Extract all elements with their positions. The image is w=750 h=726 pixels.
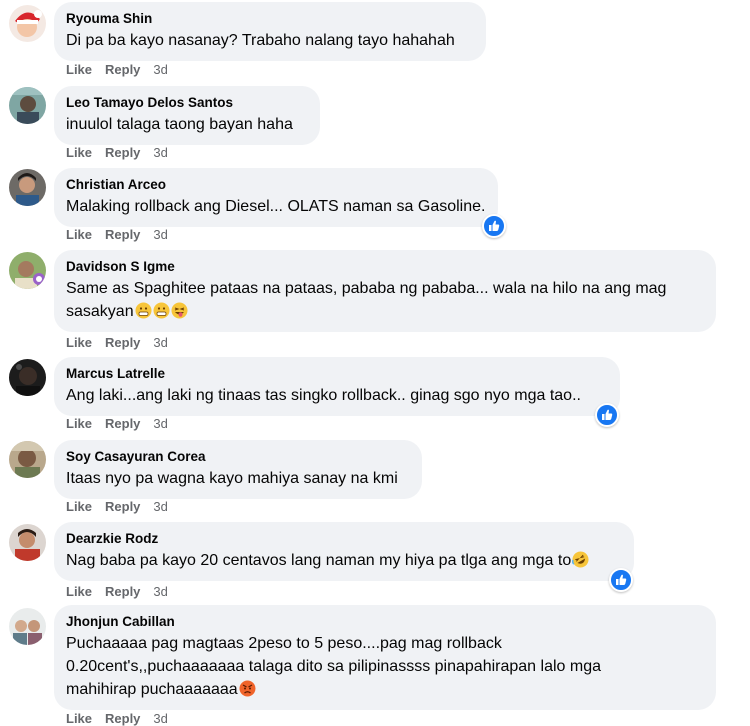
comment-text: Ang laki...ang laki ng tinaas tas singko… bbox=[66, 387, 581, 404]
reply-button[interactable]: Reply bbox=[105, 584, 140, 599]
like-button[interactable]: Like bbox=[66, 335, 92, 350]
comment-text-line: mahihirap puchaaaaaaa bbox=[66, 681, 238, 698]
timestamp[interactable]: 3d bbox=[153, 145, 167, 160]
tongue-out-emoji bbox=[171, 302, 188, 319]
comment-author[interactable]: Ryouma Shin bbox=[66, 10, 474, 27]
comment-actions: Like Reply 3d bbox=[66, 227, 181, 242]
reply-button[interactable]: Reply bbox=[105, 499, 140, 514]
like-button[interactable]: Like bbox=[66, 145, 92, 160]
timestamp[interactable]: 3d bbox=[153, 499, 167, 514]
like-button[interactable]: Like bbox=[66, 416, 92, 431]
comment-actions: Like Reply 3d bbox=[66, 145, 181, 160]
timestamp[interactable]: 3d bbox=[153, 711, 167, 726]
avatar[interactable] bbox=[9, 252, 46, 289]
comment-text: Malaking rollback ang Diesel... OLATS na… bbox=[66, 198, 486, 215]
comment-text: Same as Spaghitee pataas na pataas, paba… bbox=[66, 277, 704, 323]
comment-bubble: Dearzkie Rodz Nag baba pa kayo 20 centav… bbox=[54, 522, 634, 581]
comment-bubble: Soy Casayuran Corea Itaas nyo pa wagna k… bbox=[54, 440, 422, 499]
avatar[interactable] bbox=[9, 169, 46, 206]
comment-actions: Like Reply 3d bbox=[66, 499, 181, 514]
comment-author[interactable]: Christian Arceo bbox=[66, 176, 486, 193]
comment-actions: Like Reply 3d bbox=[66, 584, 181, 599]
like-reaction-icon[interactable] bbox=[595, 403, 619, 427]
comment-author[interactable]: Soy Casayuran Corea bbox=[66, 448, 410, 465]
timestamp[interactable]: 3d bbox=[153, 62, 167, 77]
comment-actions: Like Reply 3d bbox=[66, 335, 181, 350]
reply-button[interactable]: Reply bbox=[105, 227, 140, 242]
avatar[interactable] bbox=[9, 441, 46, 478]
reply-button[interactable]: Reply bbox=[105, 416, 140, 431]
comment-author[interactable]: Dearzkie Rodz bbox=[66, 530, 622, 547]
comment-author[interactable]: Leo Tamayo Delos Santos bbox=[66, 94, 308, 111]
comment-bubble: Marcus Latrelle Ang laki...ang laki ng t… bbox=[54, 357, 620, 416]
timestamp[interactable]: 3d bbox=[153, 416, 167, 431]
like-button[interactable]: Like bbox=[66, 711, 92, 726]
grimace-emoji bbox=[135, 302, 152, 319]
angry-face-emoji bbox=[239, 680, 256, 697]
comment-text: Itaas nyo pa wagna kayo mahiya sanay na … bbox=[66, 470, 398, 487]
reply-button[interactable]: Reply bbox=[105, 145, 140, 160]
comment-text-line: Same as Spaghitee pataas na pataas, paba… bbox=[66, 280, 667, 297]
comment-text-line: 0.20cent's,,puchaaaaaaa talaga dito sa p… bbox=[66, 658, 601, 675]
timestamp[interactable]: 3d bbox=[153, 227, 167, 242]
timestamp[interactable]: 3d bbox=[153, 335, 167, 350]
comment-text: inuulol talaga taong bayan haha bbox=[66, 116, 293, 133]
grimace-emoji bbox=[153, 302, 170, 319]
comment-text-line: Puchaaaaa pag magtaas 2peso to 5 peso...… bbox=[66, 635, 502, 652]
comment-actions: Like Reply 3d bbox=[66, 62, 181, 77]
like-reaction-icon[interactable] bbox=[609, 568, 633, 592]
avatar[interactable] bbox=[9, 524, 46, 561]
comment-bubble: Ryouma Shin Di pa ba kayo nasanay? Traba… bbox=[54, 2, 486, 61]
like-button[interactable]: Like bbox=[66, 584, 92, 599]
comment-author[interactable]: Davidson S Igme bbox=[66, 258, 704, 275]
timestamp[interactable]: 3d bbox=[153, 584, 167, 599]
avatar[interactable] bbox=[9, 87, 46, 124]
comment-author[interactable]: Jhonjun Cabillan bbox=[66, 613, 704, 630]
comment-bubble: Christian Arceo Malaking rollback ang Di… bbox=[54, 168, 498, 227]
comment-actions: Like Reply 3d bbox=[66, 416, 181, 431]
comment-author[interactable]: Marcus Latrelle bbox=[66, 365, 608, 382]
avatar[interactable] bbox=[9, 359, 46, 396]
comment-bubble: Leo Tamayo Delos Santos inuulol talaga t… bbox=[54, 86, 320, 145]
comment-text: Di pa ba kayo nasanay? Trabaho nalang ta… bbox=[66, 32, 455, 49]
comment-text: Nag baba pa kayo 20 centavos lang naman … bbox=[66, 549, 622, 572]
comment-bubble: Jhonjun Cabillan Puchaaaaa pag magtaas 2… bbox=[54, 605, 716, 710]
comment-text-line: sasakyan bbox=[66, 303, 134, 320]
comment-text-line: Nag baba pa kayo 20 centavos lang naman … bbox=[66, 552, 572, 569]
like-button[interactable]: Like bbox=[66, 227, 92, 242]
reply-button[interactable]: Reply bbox=[105, 62, 140, 77]
avatar[interactable] bbox=[9, 5, 46, 42]
comment-bubble: Davidson S Igme Same as Spaghitee pataas… bbox=[54, 250, 716, 332]
like-reaction-icon[interactable] bbox=[482, 214, 506, 238]
comment-text: Puchaaaaa pag magtaas 2peso to 5 peso...… bbox=[66, 632, 704, 701]
comment-actions: Like Reply 3d bbox=[66, 711, 181, 726]
like-button[interactable]: Like bbox=[66, 62, 92, 77]
avatar[interactable] bbox=[9, 608, 46, 645]
rofl-emoji bbox=[572, 551, 589, 568]
like-button[interactable]: Like bbox=[66, 499, 92, 514]
reply-button[interactable]: Reply bbox=[105, 711, 140, 726]
reply-button[interactable]: Reply bbox=[105, 335, 140, 350]
